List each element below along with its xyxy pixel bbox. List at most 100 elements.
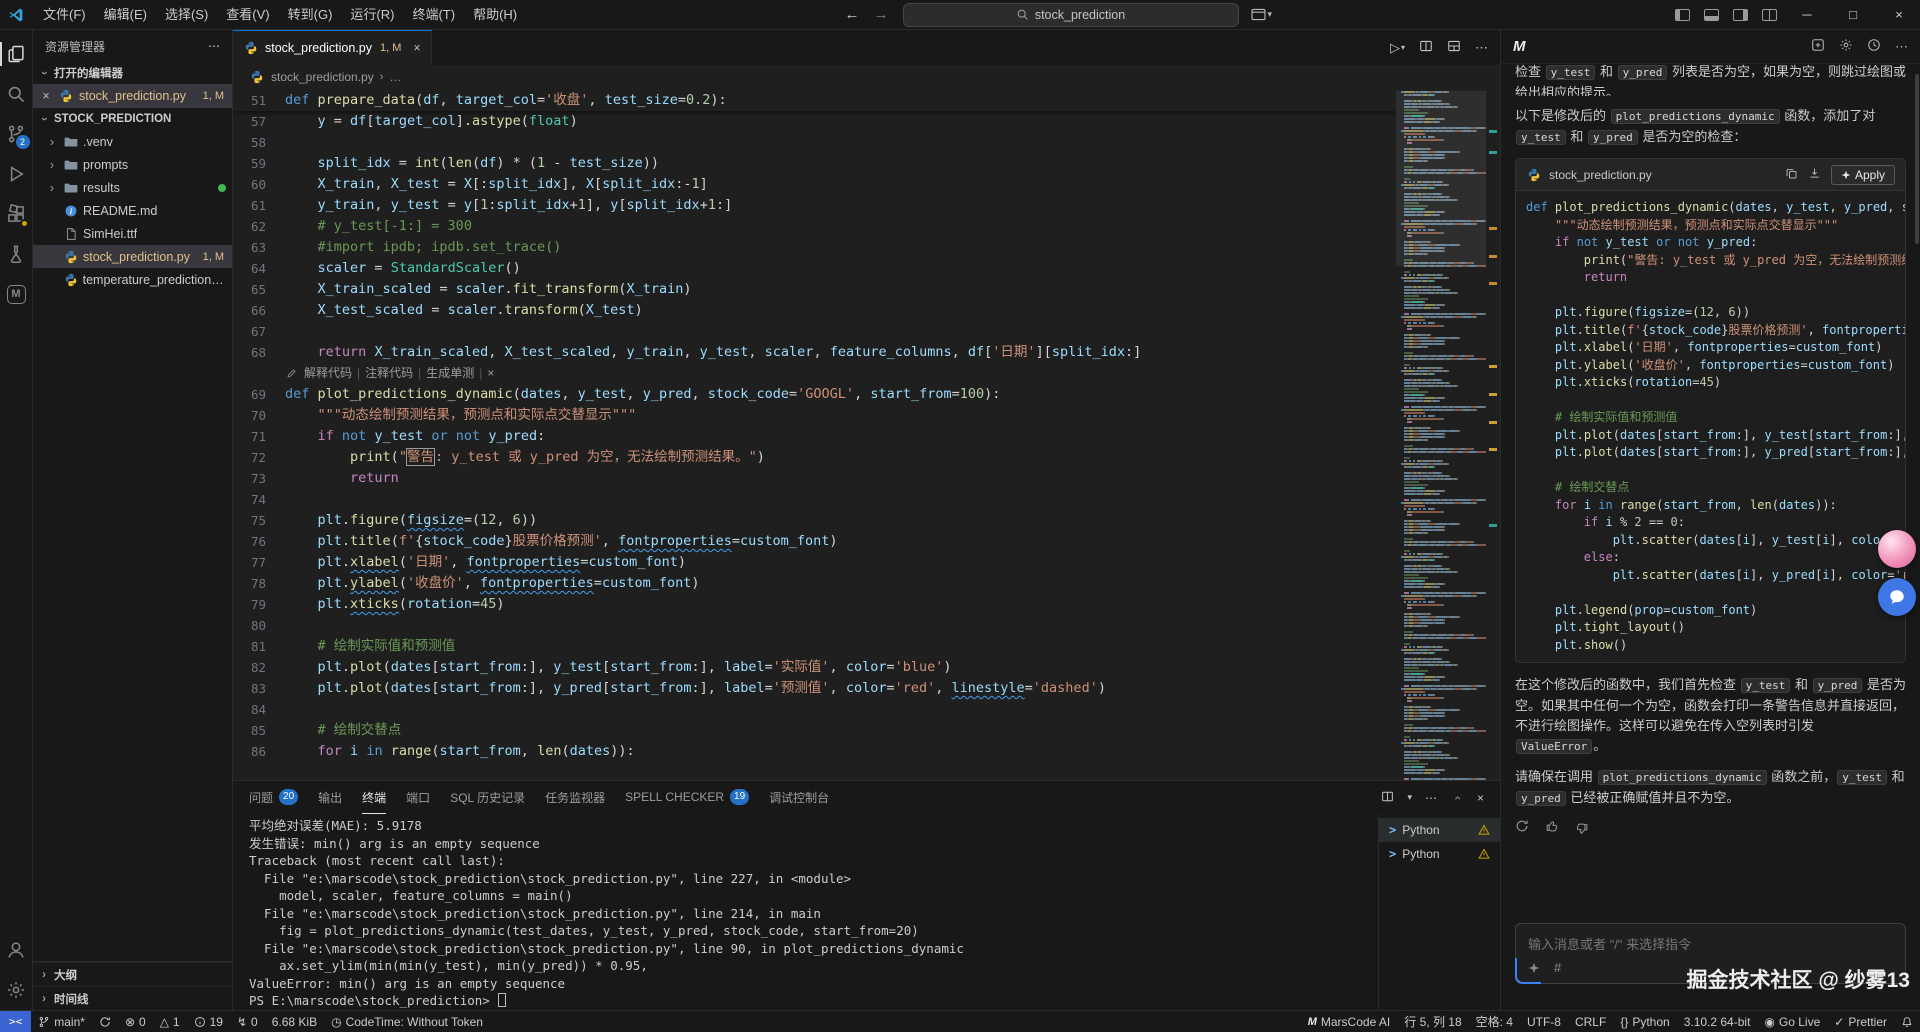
status-item[interactable]: △1 bbox=[153, 1011, 187, 1032]
status-item[interactable] bbox=[1894, 1011, 1920, 1032]
maximize-button[interactable]: □ bbox=[1832, 0, 1874, 30]
minimap-viewport[interactable] bbox=[1396, 91, 1486, 266]
activity-explorer[interactable] bbox=[0, 34, 33, 74]
editor-tab[interactable]: stock_prediction.py 1, M × bbox=[233, 30, 432, 65]
chat-bubble-button[interactable] bbox=[1878, 578, 1916, 616]
toggle-primary-sidebar-icon[interactable] bbox=[1675, 9, 1690, 21]
status-item[interactable]: 6.68 KiB bbox=[265, 1011, 324, 1032]
tree-item[interactable]: temperature_prediction.py bbox=[33, 268, 232, 291]
menu-item[interactable]: 帮助(H) bbox=[464, 0, 526, 30]
browser-preview-button[interactable]: ▾ bbox=[1251, 8, 1273, 21]
menu-item[interactable]: 选择(S) bbox=[156, 0, 217, 30]
close-panel-icon[interactable]: × bbox=[1477, 791, 1484, 805]
more-actions-icon[interactable]: ⋯ bbox=[1475, 40, 1488, 56]
settings-icon[interactable] bbox=[1839, 38, 1853, 55]
close-button[interactable]: × bbox=[1878, 0, 1920, 30]
status-item[interactable]: CRLF bbox=[1568, 1011, 1613, 1032]
activity-source-control[interactable]: 2 bbox=[0, 114, 33, 154]
menu-item[interactable]: 查看(V) bbox=[217, 0, 278, 30]
panel-tab[interactable]: SQL 历史记录 bbox=[450, 781, 525, 814]
history-icon[interactable] bbox=[1867, 38, 1881, 55]
status-item[interactable]: 行 5, 列 18 bbox=[1397, 1011, 1468, 1032]
terminal-output[interactable]: 平均绝对误差(MAE): 5.9178发生错误: min() arg is an… bbox=[233, 814, 1378, 1010]
activity-settings[interactable] bbox=[0, 970, 33, 1010]
skills-icon[interactable] bbox=[1528, 962, 1540, 974]
views-more-actions-icon[interactable]: ⋯ bbox=[208, 39, 220, 53]
minimize-button[interactable]: ─ bbox=[1786, 0, 1828, 30]
code-editor[interactable]: 51def prepare_data(df, target_col='收盘', … bbox=[233, 89, 1396, 780]
breadcrumb[interactable]: stock_prediction.py › … bbox=[233, 65, 1500, 89]
activity-account[interactable] bbox=[0, 930, 33, 970]
tree-item[interactable]: stock_prediction.py1, M bbox=[33, 245, 232, 268]
panel-tab[interactable]: 终端 bbox=[362, 781, 386, 814]
minimap[interactable] bbox=[1396, 89, 1486, 780]
activity-search[interactable] bbox=[0, 74, 33, 114]
apply-button[interactable]: Apply bbox=[1831, 165, 1895, 185]
new-chat-icon[interactable] bbox=[1811, 38, 1825, 55]
status-item[interactable]: ⊗0 bbox=[118, 1011, 153, 1032]
panel-tab[interactable]: 问题20 bbox=[249, 781, 298, 814]
thumbs-up-icon[interactable] bbox=[1545, 819, 1559, 836]
command-center-search[interactable]: stock_prediction bbox=[903, 3, 1239, 27]
terminal-process[interactable]: >Python bbox=[1379, 818, 1500, 842]
open-editor-item[interactable]: × stock_prediction.py 1, M bbox=[33, 84, 232, 108]
toggle-secondary-sidebar-icon[interactable] bbox=[1733, 9, 1748, 21]
status-item[interactable]: 19 bbox=[187, 1011, 230, 1032]
tree-item[interactable]: ›prompts bbox=[33, 153, 232, 176]
more-icon[interactable]: ⋯ bbox=[1895, 39, 1908, 55]
maximize-panel-icon[interactable]: › bbox=[1450, 791, 1464, 805]
chat-messages[interactable]: 检查 y_test 和 y_pred 列表是否为空，如果为空，则跳过绘图或给出相… bbox=[1501, 64, 1920, 913]
menu-item[interactable]: 终端(T) bbox=[403, 0, 464, 30]
remote-indicator[interactable]: >< bbox=[0, 1011, 31, 1032]
activity-testing[interactable] bbox=[0, 234, 33, 274]
panel-tab[interactable]: 端口 bbox=[406, 781, 430, 814]
status-item[interactable]: ◷CodeTime: Without Token bbox=[324, 1011, 490, 1032]
codelens-action[interactable]: 解释代码 bbox=[304, 363, 352, 384]
menu-item[interactable]: 运行(R) bbox=[341, 0, 403, 30]
tree-item[interactable]: ›.venv bbox=[33, 130, 232, 153]
tree-item[interactable]: ›results bbox=[33, 176, 232, 199]
status-item[interactable] bbox=[92, 1011, 118, 1032]
panel-tab[interactable]: 输出 bbox=[318, 781, 342, 814]
chat-scrollbar[interactable] bbox=[1915, 74, 1919, 244]
terminal-process[interactable]: >Python bbox=[1379, 842, 1500, 866]
layout-icon[interactable] bbox=[1447, 39, 1461, 56]
status-item[interactable]: 空格: 4 bbox=[1469, 1011, 1520, 1032]
menu-item[interactable]: 转到(G) bbox=[279, 0, 342, 30]
open-editors-header[interactable]: › 打开的编辑器 bbox=[33, 62, 232, 84]
status-item[interactable]: UTF-8 bbox=[1520, 1011, 1568, 1032]
close-icon[interactable]: × bbox=[413, 41, 420, 55]
panel-tab[interactable]: SPELL CHECKER19 bbox=[625, 781, 749, 814]
menu-item[interactable]: 文件(F) bbox=[34, 0, 95, 30]
context-icon[interactable]: # bbox=[1554, 960, 1561, 975]
project-header[interactable]: › STOCK_PREDICTION bbox=[33, 108, 232, 130]
toggle-panel-icon[interactable] bbox=[1704, 9, 1719, 21]
activity-run-debug[interactable] bbox=[0, 154, 33, 194]
assistant-avatar[interactable] bbox=[1878, 530, 1916, 568]
status-item[interactable]: main* bbox=[31, 1011, 92, 1032]
customize-layout-icon[interactable] bbox=[1762, 9, 1777, 21]
forward-button[interactable]: → bbox=[874, 6, 889, 23]
status-item[interactable]: ✓Prettier bbox=[1827, 1011, 1894, 1032]
terminal-prompt[interactable]: PS E:\marscode\stock_prediction> bbox=[249, 992, 1362, 1010]
panel-tab[interactable]: 任务监视器 bbox=[545, 781, 605, 814]
run-python-file-button[interactable]: ▷▾ bbox=[1390, 40, 1405, 56]
sidebar-section[interactable]: ›时间线 bbox=[33, 986, 232, 1010]
split-terminal-icon[interactable] bbox=[1381, 790, 1394, 806]
back-button[interactable]: ← bbox=[845, 6, 860, 23]
status-item[interactable]: {}Python bbox=[1613, 1011, 1676, 1032]
thumbs-down-icon[interactable] bbox=[1575, 819, 1589, 836]
codelens-action[interactable]: 注释代码 bbox=[365, 363, 413, 384]
panel-tab[interactable]: 调试控制台 bbox=[769, 781, 829, 814]
codelens-action[interactable]: 生成单测 bbox=[426, 363, 474, 384]
status-item[interactable]: MMarsCode AI bbox=[1301, 1011, 1398, 1032]
activity-marscode[interactable]: M bbox=[0, 274, 33, 314]
tree-item[interactable]: SimHei.ttf bbox=[33, 222, 232, 245]
activity-extensions[interactable] bbox=[0, 194, 33, 234]
codelens-close[interactable]: × bbox=[487, 363, 494, 384]
status-item[interactable]: 3.10.2 64-bit bbox=[1677, 1011, 1758, 1032]
regenerate-icon[interactable] bbox=[1515, 819, 1529, 836]
split-editor-icon[interactable] bbox=[1419, 39, 1433, 56]
status-item[interactable]: ◉Go Live bbox=[1757, 1011, 1827, 1032]
insert-code-icon[interactable] bbox=[1808, 167, 1821, 183]
